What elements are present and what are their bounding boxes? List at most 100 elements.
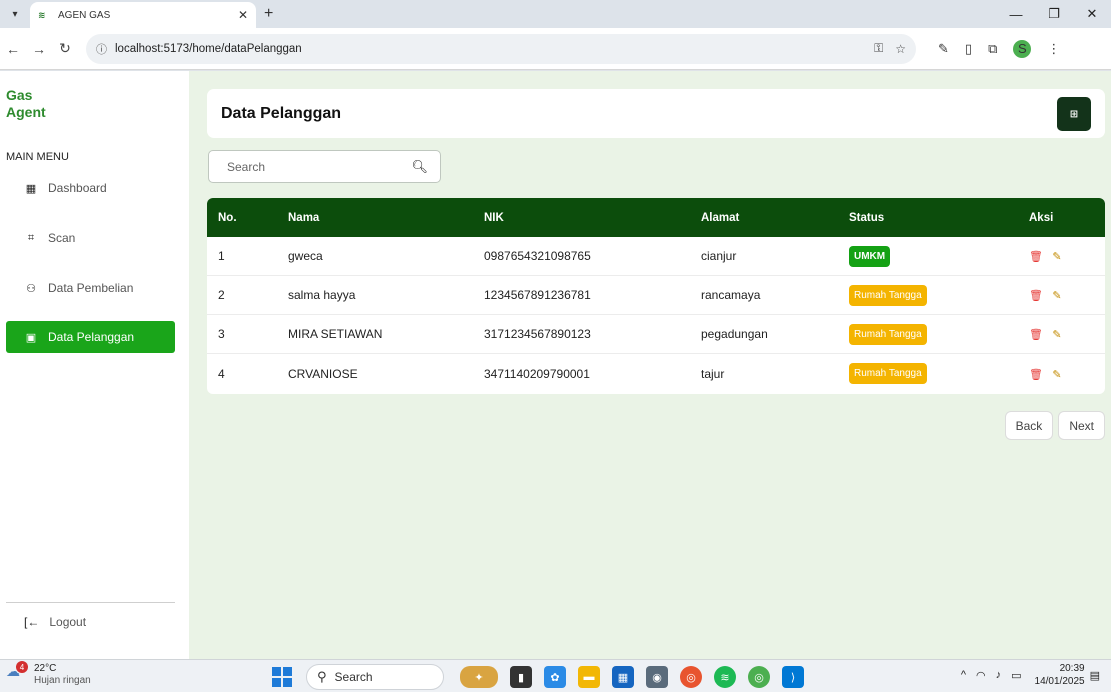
sidebar-item-data-pembelian[interactable]: ⚇ Data Pembelian bbox=[6, 272, 175, 304]
reload-icon[interactable]: ↻ bbox=[52, 40, 78, 57]
camera-icon[interactable]: ◉ bbox=[646, 666, 668, 688]
edit-pencil-icon[interactable]: ✎ bbox=[1052, 368, 1061, 381]
brand-line-2: Agent bbox=[6, 104, 46, 120]
cell-nik: 3171234567890123 bbox=[484, 327, 591, 341]
cell-aksi: 🗑︎ ✎ bbox=[1018, 249, 1105, 263]
reading-list-icon[interactable]: ▯ bbox=[965, 41, 972, 57]
edit-pencil-icon[interactable]: ✎ bbox=[1052, 250, 1061, 263]
url-text: localhost:5173/home/dataPelanggan bbox=[115, 42, 302, 55]
copilot-icon[interactable]: ✿ bbox=[544, 666, 566, 688]
page-title: Data Pelanggan bbox=[221, 104, 342, 122]
cell-no: 2 bbox=[218, 288, 225, 302]
table-row: 3 MIRA SETIAWAN 3171234567890123 pegadun… bbox=[207, 315, 1105, 354]
status-badge: UMKM bbox=[849, 245, 891, 267]
cell-nama: CRVANIOSE bbox=[288, 366, 358, 381]
cell-aksi: 🗑︎ ✎ bbox=[1018, 367, 1105, 381]
cell-aksi: 🗑︎ ✎ bbox=[1018, 288, 1105, 302]
spotify-icon[interactable]: ≋ bbox=[714, 666, 736, 688]
restore-icon[interactable]: ❐ bbox=[1035, 0, 1073, 28]
taskbar-search[interactable]: ⚲ Search bbox=[306, 664, 444, 690]
taskbar-search-label: Search bbox=[334, 670, 373, 684]
header-status: Status bbox=[849, 211, 885, 224]
search-input[interactable] bbox=[227, 159, 412, 174]
browser-toolbar: ← → ↻ ⓘ localhost:5173/home/dataPelangga… bbox=[0, 28, 1111, 70]
back-button[interactable]: Back bbox=[1004, 411, 1054, 440]
sidebar: Gas Agent MAIN MENU ▦ Dashboard ⌗ Scan ⚇… bbox=[0, 71, 189, 659]
status-badge: Rumah Tangga bbox=[849, 323, 927, 345]
pagination: Back Next bbox=[1000, 411, 1105, 440]
address-bar[interactable]: ⓘ localhost:5173/home/dataPelanggan ⚿ ☆ bbox=[86, 33, 916, 64]
window-controls: — ❐ ✕ bbox=[997, 0, 1111, 28]
logout-button[interactable]: [← Logout bbox=[6, 606, 175, 638]
cell-status: Rumah Tangga bbox=[838, 363, 1018, 384]
volume-icon[interactable]: ♪ bbox=[996, 669, 1002, 681]
edit-pencil-icon[interactable]: ✎ bbox=[1052, 328, 1061, 341]
back-arrow-icon[interactable]: ← bbox=[0, 41, 26, 57]
delete-icon[interactable]: 🗑︎ bbox=[1029, 289, 1043, 302]
chrome-profile-icon[interactable]: ◎ bbox=[748, 666, 770, 688]
widgets-icon[interactable]: ✦ bbox=[460, 666, 498, 688]
cell-alamat: rancamaya bbox=[701, 288, 761, 302]
cell-status: Rumah Tangga bbox=[838, 323, 1018, 345]
chrome-icon[interactable]: ◎ bbox=[680, 666, 702, 688]
password-key-icon[interactable]: ⚿ bbox=[874, 41, 883, 56]
weather-text: 22°C Hujan ringan bbox=[34, 663, 91, 687]
browser-menu-icon[interactable]: ⋮ bbox=[1047, 41, 1060, 57]
notification-badge: 4 bbox=[16, 661, 28, 673]
battery-icon[interactable]: ▭ bbox=[1011, 669, 1021, 682]
export-excel-button[interactable]: ⊞ bbox=[1057, 97, 1091, 131]
delete-icon[interactable]: 🗑︎ bbox=[1029, 328, 1043, 341]
browser-tab[interactable]: ≋ AGEN GAS ✕ bbox=[30, 2, 256, 28]
cell-nama: salma hayya bbox=[288, 288, 356, 302]
sidebar-item-data-pelanggan[interactable]: ▣ Data Pelanggan bbox=[6, 321, 175, 353]
extensions-icon[interactable]: ⧉ bbox=[988, 41, 997, 57]
weather-widget[interactable]: ☁ 4 22°C Hujan ringan bbox=[6, 661, 91, 687]
scan-icon: ⌗ bbox=[27, 231, 35, 244]
table-row: 1 gweca 0987654321098765 cianjur UMKM 🗑︎… bbox=[207, 237, 1105, 276]
task-view-icon[interactable]: ▮ bbox=[510, 666, 532, 688]
sidebar-item-scan[interactable]: ⌗ Scan bbox=[6, 222, 175, 254]
new-tab-button[interactable]: + bbox=[264, 5, 273, 23]
brand-logo: Gas Agent bbox=[6, 87, 46, 121]
cell-alamat: cianjur bbox=[701, 249, 737, 263]
forward-arrow-icon[interactable]: → bbox=[26, 41, 52, 57]
clock-date: 14/01/2025 bbox=[1034, 676, 1085, 687]
tab-search-chevron-icon[interactable]: ▾ bbox=[4, 3, 26, 25]
clock[interactable]: 20:39 14/01/2025 bbox=[1035, 662, 1085, 688]
search-box: 🔍︎ bbox=[208, 150, 441, 183]
wifi-icon[interactable]: ◠ bbox=[976, 669, 986, 682]
file-explorer-icon[interactable]: ▬ bbox=[578, 666, 600, 688]
search-icon: ⚲ bbox=[317, 669, 327, 684]
windows-start-icon[interactable] bbox=[272, 667, 292, 687]
store-icon[interactable]: ▦ bbox=[612, 666, 634, 688]
delete-icon[interactable]: 🗑︎ bbox=[1029, 368, 1043, 381]
header-nik: NIK bbox=[484, 211, 504, 224]
app-container: Gas Agent MAIN MENU ▦ Dashboard ⌗ Scan ⚇… bbox=[0, 71, 1111, 659]
header-aksi: Aksi bbox=[1029, 211, 1054, 224]
site-info-icon[interactable]: ⓘ bbox=[96, 41, 107, 57]
tab-close-icon[interactable]: ✕ bbox=[238, 8, 248, 22]
edit-pencil-icon[interactable]: ✎ bbox=[1052, 289, 1061, 302]
header-alamat: Alamat bbox=[701, 211, 740, 224]
sidebar-item-label: Data Pembelian bbox=[48, 281, 134, 295]
customers-table: No. Nama NIK Alamat Status Aksi 1 gweca … bbox=[207, 198, 1105, 394]
chevron-up-icon[interactable]: ^ bbox=[961, 669, 966, 681]
cell-nik: 0987654321098765 bbox=[484, 249, 591, 263]
bookmark-star-icon[interactable]: ☆ bbox=[895, 42, 906, 56]
tab-title: AGEN GAS bbox=[58, 9, 111, 21]
notifications-icon[interactable]: ▤ bbox=[1090, 669, 1100, 682]
users-icon: ⚇ bbox=[26, 282, 36, 295]
gas-favicon-icon: ≋ bbox=[38, 9, 46, 20]
cell-status: UMKM bbox=[838, 245, 1018, 267]
profile-avatar[interactable]: S bbox=[1013, 39, 1032, 58]
vscode-icon[interactable]: ⟩ bbox=[782, 666, 804, 688]
sidebar-item-label: Scan bbox=[48, 231, 76, 245]
search-icon[interactable]: 🔍︎ bbox=[411, 159, 428, 175]
close-window-icon[interactable]: ✕ bbox=[1073, 0, 1111, 28]
minimize-icon[interactable]: — bbox=[997, 0, 1035, 28]
sidebar-item-dashboard[interactable]: ▦ Dashboard bbox=[6, 172, 175, 204]
delete-icon[interactable]: 🗑︎ bbox=[1029, 250, 1043, 263]
next-button[interactable]: Next bbox=[1058, 411, 1105, 440]
pen-extension-icon[interactable]: ✎ bbox=[938, 41, 949, 57]
browser-tabstrip: ▾ ≋ AGEN GAS ✕ + — ❐ ✕ bbox=[0, 0, 1111, 28]
